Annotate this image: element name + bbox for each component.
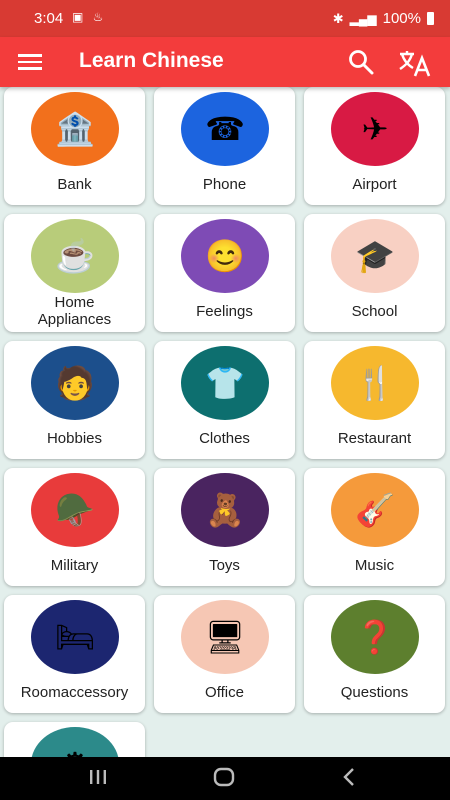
category-label: Feelings [196, 303, 253, 320]
restaurant-icon: 🍴 [355, 365, 395, 401]
category-card[interactable]: 🍴 Restaurant [304, 341, 445, 459]
category-card[interactable]: ☎ Phone [154, 87, 295, 205]
signal-icon: ▂▄▆ [349, 11, 377, 26]
guitar-icon: 🎸 [355, 492, 395, 528]
category-card[interactable]: 🧸 Toys [154, 468, 295, 586]
books-icon: 🎓 [355, 238, 395, 274]
category-card[interactable]: 🏦 Bank [4, 87, 145, 205]
navigation-bar [0, 757, 450, 800]
soldier-icon: 🪖 [55, 492, 95, 528]
back-icon[interactable] [340, 767, 358, 787]
category-icon-circle: ☕ [31, 219, 119, 293]
category-icon-circle: ❓ [331, 600, 419, 674]
battery-icon [427, 12, 434, 25]
category-icon-circle: 🎓 [331, 219, 419, 293]
bluetooth-icon: ✱ [332, 10, 344, 26]
category-label: School [351, 303, 398, 320]
category-card[interactable]: 🪖 Military [4, 468, 145, 586]
category-label: Office [205, 684, 244, 701]
category-icon-circle: 🛏 [31, 600, 119, 674]
category-card[interactable]: 🛏 Roomaccessory [4, 595, 145, 713]
faces-icon: 😊 [205, 238, 245, 274]
status-bar: 3:04 ▣ ♨ ✱ ▂▄▆ 100% [0, 0, 450, 37]
category-card[interactable]: 🎸 Music [304, 468, 445, 586]
category-icon-circle: 🖥 [181, 600, 269, 674]
desk-icon: 🖥 [204, 619, 246, 655]
app-title: Learn Chinese [79, 49, 224, 72]
category-label: Airport [352, 176, 397, 193]
menu-icon[interactable] [18, 51, 42, 73]
category-icon-circle: 🪖 [31, 473, 119, 547]
category-label: Hobbies [46, 430, 103, 447]
question-chat-icon: ❓ [355, 619, 395, 655]
category-card[interactable]: 👕 Clothes [154, 341, 295, 459]
category-grid: 🏦 Bank ☎ Phone ✈ Airport ☕ Home Appliances 😊 Feel… [0, 87, 450, 757]
category-card[interactable]: 😊 Feelings [154, 214, 295, 332]
category-label: Bank [57, 176, 92, 193]
coffee-machine-icon: ☕ [55, 238, 95, 274]
settings-icon: ⚙ [31, 727, 119, 757]
bed-icon: 🛏 [54, 619, 96, 655]
hobbies-icon: 🧑 [55, 365, 95, 401]
category-icon-circle: 🧸 [181, 473, 269, 547]
category-label: Roomaccessory [20, 684, 129, 701]
category-icon-circle: ⚙ [31, 727, 119, 757]
category-label: Military [50, 557, 99, 574]
category-icon-circle: 🧑 [31, 346, 119, 420]
category-card[interactable]: 🧑 Hobbies [4, 341, 145, 459]
app-bar: Learn Chinese [0, 37, 450, 87]
category-icon-circle: 🏦 [31, 92, 119, 166]
search-icon[interactable] [348, 49, 374, 75]
category-label: Questions [340, 684, 409, 701]
category-card[interactable]: ⚙ [4, 722, 145, 757]
category-card[interactable]: ✈ Airport [304, 87, 445, 205]
category-label: Clothes [199, 430, 250, 447]
category-card[interactable]: 🖥 Office [154, 595, 295, 713]
status-time: 3:04 [34, 10, 64, 27]
clothes-icon: 👕 [205, 365, 245, 401]
category-label: Toys [209, 557, 240, 574]
category-icon-circle: ☎ [181, 92, 269, 166]
category-icon-circle: ✈ [331, 92, 419, 166]
category-icon-circle: 😊 [181, 219, 269, 293]
category-card[interactable]: 🎓 School [304, 214, 445, 332]
category-label: Music [354, 557, 395, 574]
airport-icon: ✈ [361, 111, 389, 147]
bank-icon: 🏦 [55, 111, 95, 147]
category-icon-circle: 🎸 [331, 473, 419, 547]
category-label: Home Appliances [37, 294, 112, 328]
toys-icon: 🧸 [205, 492, 245, 528]
battery-percent: 100% [382, 10, 421, 27]
notification-icons: ▣ ♨ [72, 10, 107, 24]
phone-icon: ☎ [205, 111, 245, 147]
category-label: Restaurant [337, 430, 412, 447]
translate-icon[interactable] [398, 49, 432, 77]
home-icon[interactable] [212, 767, 236, 787]
status-right: ✱ ▂▄▆ 100% [333, 10, 434, 27]
category-card[interactable]: ❓ Questions [304, 595, 445, 713]
category-icon-circle: 👕 [181, 346, 269, 420]
category-label: Phone [202, 176, 247, 193]
category-icon-circle: 🍴 [331, 346, 419, 420]
recent-apps-icon[interactable] [88, 767, 108, 787]
category-card[interactable]: ☕ Home Appliances [4, 214, 145, 332]
